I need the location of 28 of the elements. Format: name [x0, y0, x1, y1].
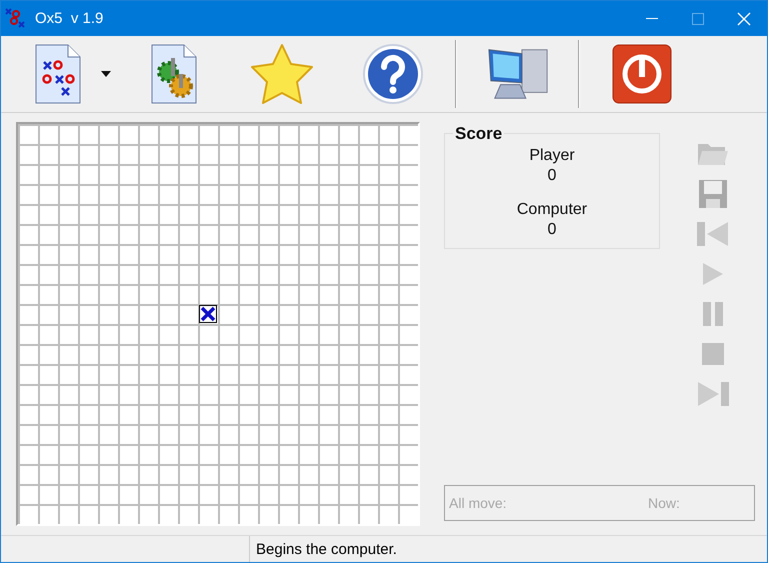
- score-value: 0: [548, 166, 556, 186]
- app-icon: [5, 8, 27, 30]
- all-moves-label: All move:: [449, 495, 508, 511]
- minimize-icon: [646, 18, 658, 20]
- star-button[interactable]: [250, 42, 314, 106]
- gear-document-icon: [150, 44, 198, 104]
- help-button[interactable]: [361, 42, 425, 106]
- help-icon: [362, 43, 424, 105]
- window-title: Ox5 v 1.9: [35, 10, 104, 27]
- skip-forward-icon: [696, 381, 730, 407]
- game-board[interactable]: [16, 122, 420, 526]
- skip-back-icon: [696, 221, 730, 247]
- play-icon: [702, 262, 724, 286]
- score-value: 0: [548, 220, 556, 240]
- current-move-label: Now:: [648, 495, 680, 511]
- stop-icon: [701, 342, 725, 366]
- star-icon: [250, 43, 314, 105]
- xo-document-icon: [34, 44, 82, 104]
- power-button[interactable]: [610, 42, 674, 106]
- power-icon: [611, 43, 673, 105]
- folder-icon: [697, 141, 729, 167]
- pause-icon: [702, 301, 724, 327]
- score-label: Computer: [516, 200, 588, 220]
- score-label: Player: [529, 146, 575, 166]
- close-icon: [737, 12, 751, 26]
- caret-icon: [101, 71, 111, 77]
- status-text: Begins the computer.: [256, 541, 397, 558]
- maximize-icon: [692, 12, 704, 24]
